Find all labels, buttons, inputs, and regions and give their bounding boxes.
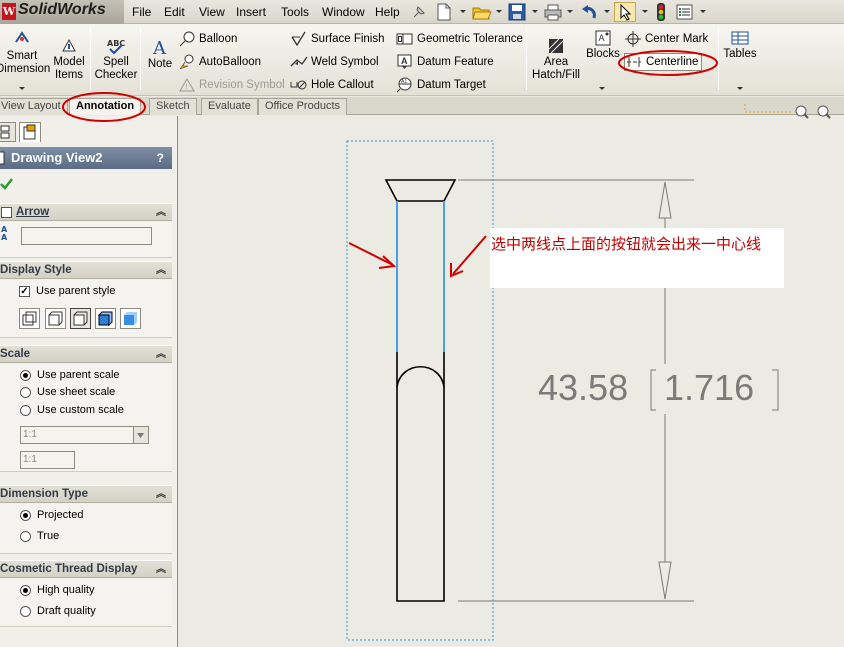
- dimension-value[interactable]: 43.58: [538, 367, 628, 409]
- highlight-ellipses: [62, 50, 718, 122]
- dimension-alt-value[interactable]: 1.716: [664, 367, 754, 409]
- view-bounding-box: [346, 140, 494, 641]
- view-zoom-icons[interactable]: [794, 104, 838, 120]
- annotation-arrows: [348, 235, 487, 278]
- drawing-geometry: [62, 50, 792, 641]
- annotation-note-text: 选中两线点上面的按钮就会出来一中心线: [491, 235, 762, 253]
- selected-lines: [396, 201, 445, 352]
